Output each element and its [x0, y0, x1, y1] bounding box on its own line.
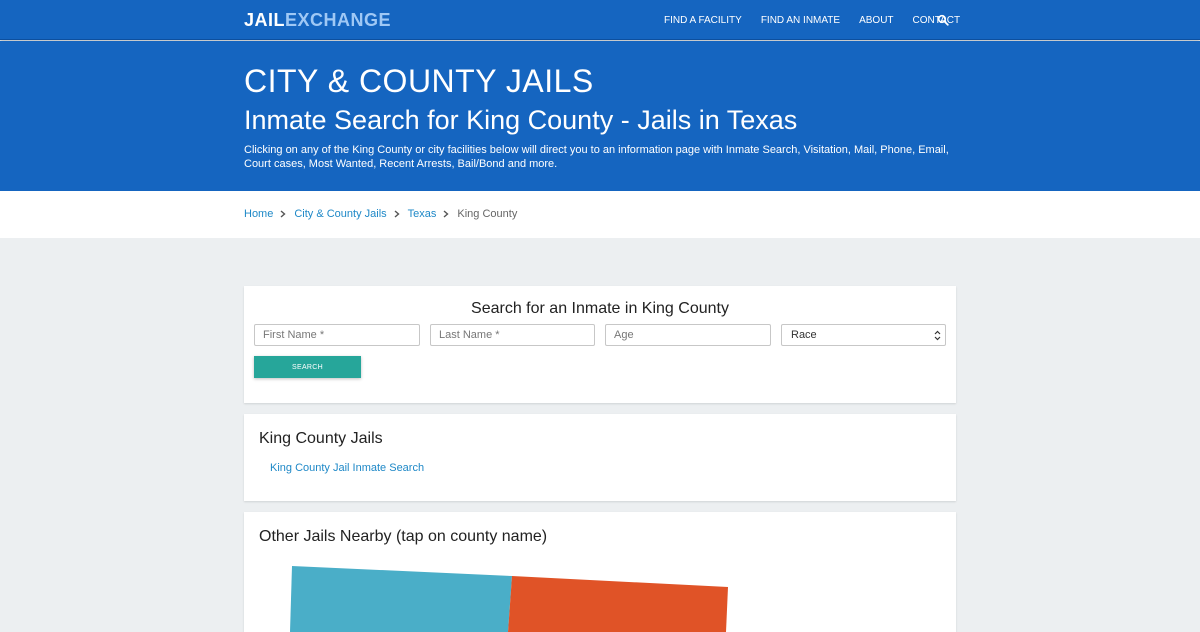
chevron-right-icon: [394, 210, 400, 218]
nav-find-inmate[interactable]: FIND AN INMATE: [761, 15, 840, 26]
race-select-value: Race: [791, 329, 817, 341]
map-county-east[interactable]: [508, 576, 728, 632]
age-input[interactable]: [605, 324, 771, 346]
nearby-counties-map: [290, 566, 728, 632]
logo-part-exchange: EXCHANGE: [285, 10, 392, 30]
nav-about[interactable]: ABOUT: [859, 15, 893, 26]
hero-banner: CITY & COUNTY JAILS Inmate Search for Ki…: [0, 41, 1200, 191]
map-county-west[interactable]: [290, 566, 512, 632]
top-navbar: JAILEXCHANGE FIND A FACILITY FIND AN INM…: [0, 0, 1200, 40]
main-nav: FIND A FACILITY FIND AN INMATE ABOUT CON…: [664, 0, 979, 40]
page-title: CITY & COUNTY JAILS: [244, 63, 594, 99]
search-card-title: Search for an Inmate in King County: [471, 300, 729, 317]
race-select[interactable]: Race: [781, 324, 946, 346]
search-button[interactable]: SEARCH: [254, 356, 361, 378]
page-description: Clicking on any of the King County or ci…: [244, 144, 949, 170]
inmate-search-card: Search for an Inmate in King County Race…: [244, 286, 956, 403]
page-subtitle: Inmate Search for King County - Jails in…: [244, 105, 798, 135]
chevron-right-icon: [443, 210, 449, 218]
search-icon[interactable]: [937, 14, 949, 26]
logo-part-jail: JAIL: [244, 10, 286, 30]
last-name-input[interactable]: [430, 324, 595, 346]
county-jails-card: King County Jails King County Jail Inmat…: [244, 414, 956, 501]
first-name-input[interactable]: [254, 324, 420, 346]
nearby-jails-card: Other Jails Nearby (tap on county name): [244, 512, 956, 632]
breadcrumb-texas[interactable]: Texas: [408, 208, 437, 220]
breadcrumb: Home City & County Jails Texas King Coun…: [244, 208, 517, 220]
nav-find-facility[interactable]: FIND A FACILITY: [664, 15, 742, 26]
county-jails-heading: King County Jails: [259, 430, 383, 447]
breadcrumb-bar: Home City & County Jails Texas King Coun…: [0, 191, 1200, 238]
jail-link-king-county[interactable]: King County Jail Inmate Search: [270, 462, 424, 474]
breadcrumb-home[interactable]: Home: [244, 208, 273, 220]
select-arrows-icon: [934, 330, 941, 341]
breadcrumb-current: King County: [457, 208, 518, 220]
chevron-right-icon: [280, 210, 286, 218]
site-logo[interactable]: JAILEXCHANGE: [244, 10, 391, 31]
breadcrumb-city-county-jails[interactable]: City & County Jails: [294, 208, 386, 220]
